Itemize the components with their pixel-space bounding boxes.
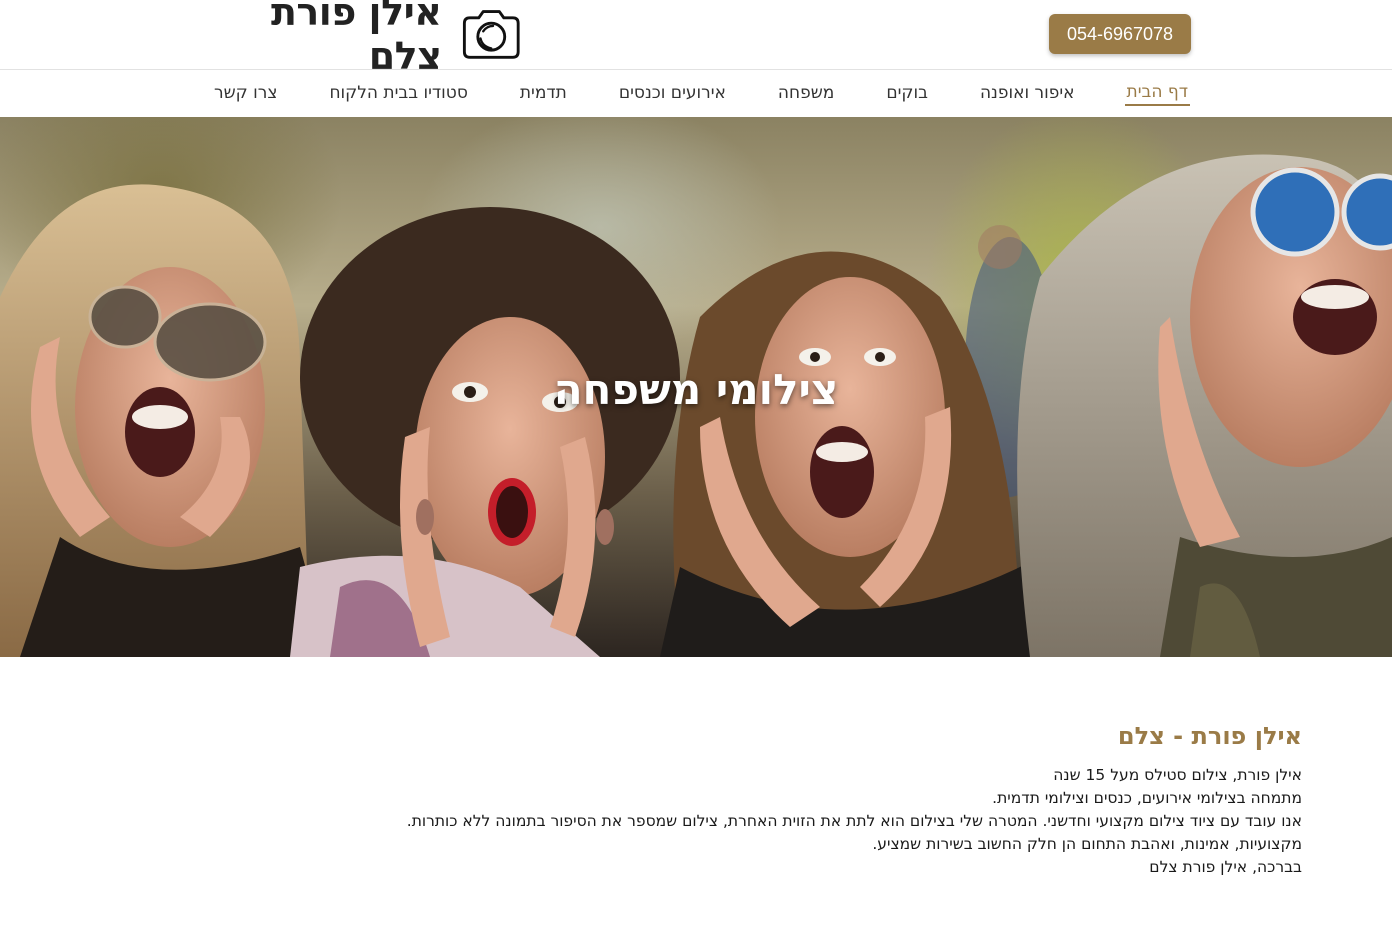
site-header: אילן פורת צלם 054-6967078 — [0, 0, 1392, 78]
hero-title: צילומי משפחה — [553, 365, 839, 414]
logo-text: אילן פורת צלם — [270, 0, 442, 78]
nav-item-events[interactable]: אירועים וכנסים — [617, 83, 728, 105]
about-line: בברכה, אילן פורת צלם — [1149, 858, 1302, 876]
about-section: אילן פורת - צלם אילן פורת, צילום סטילס מ… — [402, 722, 1302, 879]
main-nav: דף הבית איפור ואופנה בוקים משפחה אירועים… — [0, 71, 1392, 117]
about-line: מתמחה בצילומי אירועים, כנסים וצילומי תדמ… — [992, 789, 1302, 807]
nav-item-books[interactable]: בוקים — [884, 83, 930, 105]
nav-item-family[interactable]: משפחה — [776, 83, 836, 105]
nav-item-contact[interactable]: צרו קשר — [212, 83, 279, 105]
page: אילן פורת צלם 054-6967078 דף הבית איפור … — [0, 0, 1392, 928]
nav-item-home[interactable]: דף הבית — [1124, 82, 1190, 106]
about-line: אנו עובד עם ציוד צילום מקצועי וחדשני. המ… — [406, 812, 1302, 830]
phone-button[interactable]: 054-6967078 — [1049, 14, 1191, 54]
nav-list: דף הבית איפור ואופנה בוקים משפחה אירועים… — [212, 71, 1190, 117]
nav-item-home-studio[interactable]: סטודיו בבית הלקוח — [327, 83, 469, 105]
nav-item-image[interactable]: תדמית — [518, 83, 569, 105]
camera-icon — [463, 10, 521, 59]
about-line: מקצועיות, אמינות, ואהבת התחום הן חלק החש… — [872, 835, 1302, 853]
about-title: אילן פורת - צלם — [1117, 722, 1302, 750]
site-logo[interactable]: אילן פורת צלם — [212, 0, 524, 78]
hero-banner: צילומי משפחה — [0, 117, 1392, 657]
about-line: אילן פורת, צילום סטילס מעל 15 שנה — [1053, 766, 1302, 784]
nav-item-makeup-fashion[interactable]: איפור ואופנה — [978, 83, 1077, 105]
